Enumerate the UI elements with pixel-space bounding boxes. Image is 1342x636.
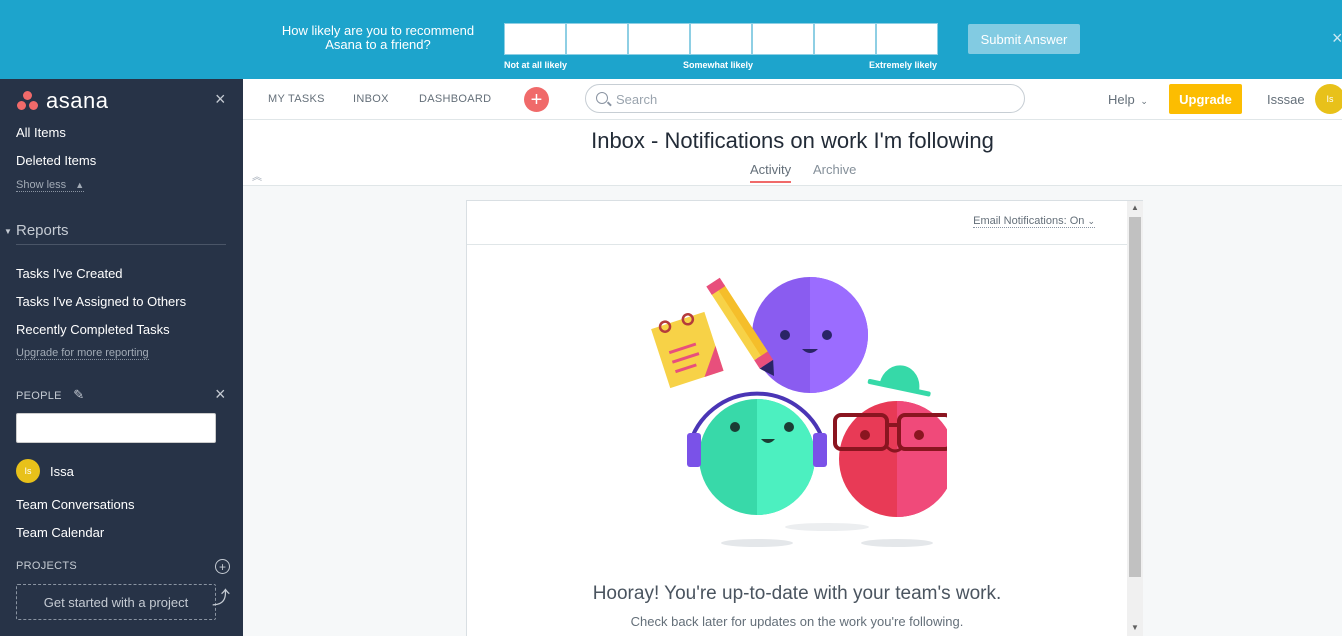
nav-dashboard[interactable]: DASHBOARD <box>419 93 491 105</box>
survey-rating-option[interactable] <box>628 23 690 55</box>
page-title: Inbox - Notifications on work I'm follow… <box>591 128 994 153</box>
panel-toolbar: Email Notifications: On ⌄ <box>467 201 1127 245</box>
get-started-project-button[interactable]: Get started with a project <box>16 584 216 620</box>
asana-logo-icon <box>16 91 40 111</box>
scrollbar[interactable]: ▲ ▼ <box>1127 201 1143 636</box>
tab-activity[interactable]: Activity <box>750 162 792 183</box>
empty-state-subtext: Check back later for updates on the work… <box>630 614 964 629</box>
survey-rating-option[interactable] <box>566 23 628 55</box>
triangle-down-icon: ▼ <box>4 227 12 236</box>
arrow-icon: ⤴ <box>212 588 230 608</box>
empty-state-heading: Hooray! You're up-to-date with your team… <box>592 583 1002 604</box>
pencil-icon[interactable]: ✎ <box>73 387 84 402</box>
people-input[interactable] <box>16 413 216 443</box>
sidebar-item-tasks-assigned[interactable]: Tasks I've Assigned to Others <box>16 294 186 309</box>
sidebar-item-person[interactable]: Issa <box>50 464 74 479</box>
sidebar-item-deleted-items[interactable]: Deleted Items <box>16 153 96 168</box>
email-notifications-dropdown[interactable]: Email Notifications: On ⌄ <box>973 215 1095 228</box>
survey-rating-option[interactable] <box>690 23 752 55</box>
sidebar-item-team-conversations[interactable]: Team Conversations <box>16 497 135 512</box>
survey-label-high: Extremely likely <box>869 60 938 70</box>
projects-heading: PROJECTS <box>16 560 78 572</box>
asana-logo[interactable]: asana <box>16 88 108 114</box>
close-icon[interactable]: × <box>1332 28 1342 49</box>
celebration-illustration <box>651 277 947 547</box>
logo-text: asana <box>46 88 109 113</box>
close-icon[interactable]: × <box>215 89 226 110</box>
survey-label-mid: Somewhat likely <box>683 60 754 70</box>
survey-rating-boxes <box>504 23 938 55</box>
search-input[interactable]: Search <box>585 84 1025 113</box>
sidebar-item-all-items[interactable]: All Items <box>16 125 66 140</box>
scroll-down-icon[interactable]: ▼ <box>1131 623 1139 632</box>
inbox-panel: Email Notifications: On ⌄ Hooray! You're… <box>466 200 1143 636</box>
triangle-up-icon: ▲ <box>75 180 85 190</box>
collapse-icon[interactable]: ︽ <box>252 168 262 183</box>
nav-my-tasks[interactable]: MY TASKS <box>268 93 325 105</box>
submit-answer-button[interactable]: Submit Answer <box>968 24 1080 54</box>
sidebar: asana × All Items Deleted Items Show les… <box>0 79 243 636</box>
survey-rating-option[interactable] <box>876 23 938 55</box>
reports-heading[interactable]: ▼ Reports <box>4 222 69 239</box>
chevron-down-icon: ⌄ <box>1087 216 1095 226</box>
survey-label-low: Not at all likely <box>504 60 568 70</box>
sidebar-item-team-calendar[interactable]: Team Calendar <box>16 525 104 540</box>
quick-add-button[interactable]: + <box>524 87 549 112</box>
divider <box>16 244 226 245</box>
survey-rating-option[interactable] <box>504 23 566 55</box>
survey-question: How likely are you to recommend Asana to… <box>281 23 475 52</box>
search-icon <box>596 92 608 104</box>
tab-archive[interactable]: Archive <box>813 162 856 177</box>
add-project-icon[interactable]: + <box>215 559 230 574</box>
survey-rating-option[interactable] <box>814 23 876 55</box>
sidebar-item-recently-completed[interactable]: Recently Completed Tasks <box>16 322 170 337</box>
help-menu[interactable]: Help ⌄ <box>1108 92 1148 107</box>
close-icon[interactable]: × <box>215 384 226 405</box>
survey-rating-option[interactable] <box>752 23 814 55</box>
user-name[interactable]: Isssae <box>1267 92 1305 107</box>
top-nav: MY TASKS INBOX DASHBOARD + Search Help ⌄… <box>243 79 1342 120</box>
upgrade-button[interactable]: Upgrade <box>1169 84 1242 114</box>
scrollbar-thumb[interactable] <box>1129 217 1141 577</box>
sidebar-item-tasks-created[interactable]: Tasks I've Created <box>16 266 123 281</box>
search-placeholder: Search <box>616 92 658 107</box>
survey-banner: How likely are you to recommend Asana to… <box>0 0 1342 79</box>
avatar[interactable]: Is <box>1315 84 1342 114</box>
people-heading: PEOPLE ✎ <box>16 387 85 402</box>
nav-inbox[interactable]: INBOX <box>353 93 389 105</box>
show-less-link[interactable]: Show less ▲ <box>16 179 85 192</box>
page-header: ︽ Inbox - Notifications on work I'm foll… <box>243 120 1342 186</box>
scroll-up-icon[interactable]: ▲ <box>1131 203 1139 212</box>
avatar[interactable]: Is <box>16 459 40 483</box>
upgrade-reporting-link[interactable]: Upgrade for more reporting <box>16 347 149 360</box>
chevron-down-icon: ⌄ <box>1140 96 1148 106</box>
